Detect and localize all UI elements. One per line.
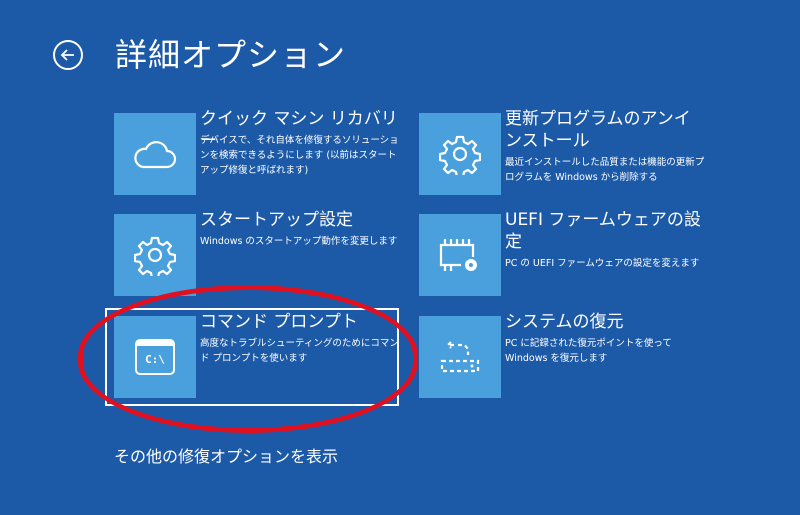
gear-icon	[114, 214, 196, 296]
arrow-left-icon	[60, 49, 74, 61]
option-desc: 最近インストールした品質または機能の更新プログラムを Windows から削除す…	[505, 157, 705, 183]
option-title: 更新プログラムのアンインストール	[505, 109, 691, 151]
option-title: スタートアップ設定	[200, 210, 353, 230]
back-button[interactable]	[53, 40, 83, 70]
cloud-icon	[114, 113, 196, 195]
more-repair-options-link[interactable]: その他の修復オプションを表示	[114, 443, 338, 467]
option-desc: PC の UEFI ファームウェアの設定を変えます	[505, 258, 700, 269]
gear-icon	[419, 113, 501, 195]
option-desc: デバイスで、それ自体を修復するソリューションを検索できるようにします (以前はス…	[200, 135, 399, 176]
annotation-red-circle	[78, 285, 418, 433]
option-desc: PC に記録された復元ポイントを使って Windows を復元します	[505, 338, 672, 364]
option-desc: Windows のスタートアップ動作を変更します	[200, 236, 398, 247]
option-title: UEFI ファームウェアの設定	[505, 210, 701, 252]
option-title: システムの復元	[505, 312, 624, 332]
firmware-chip-icon	[419, 214, 501, 296]
system-restore-icon	[419, 316, 501, 398]
page-title: 詳細オプション	[115, 36, 347, 74]
